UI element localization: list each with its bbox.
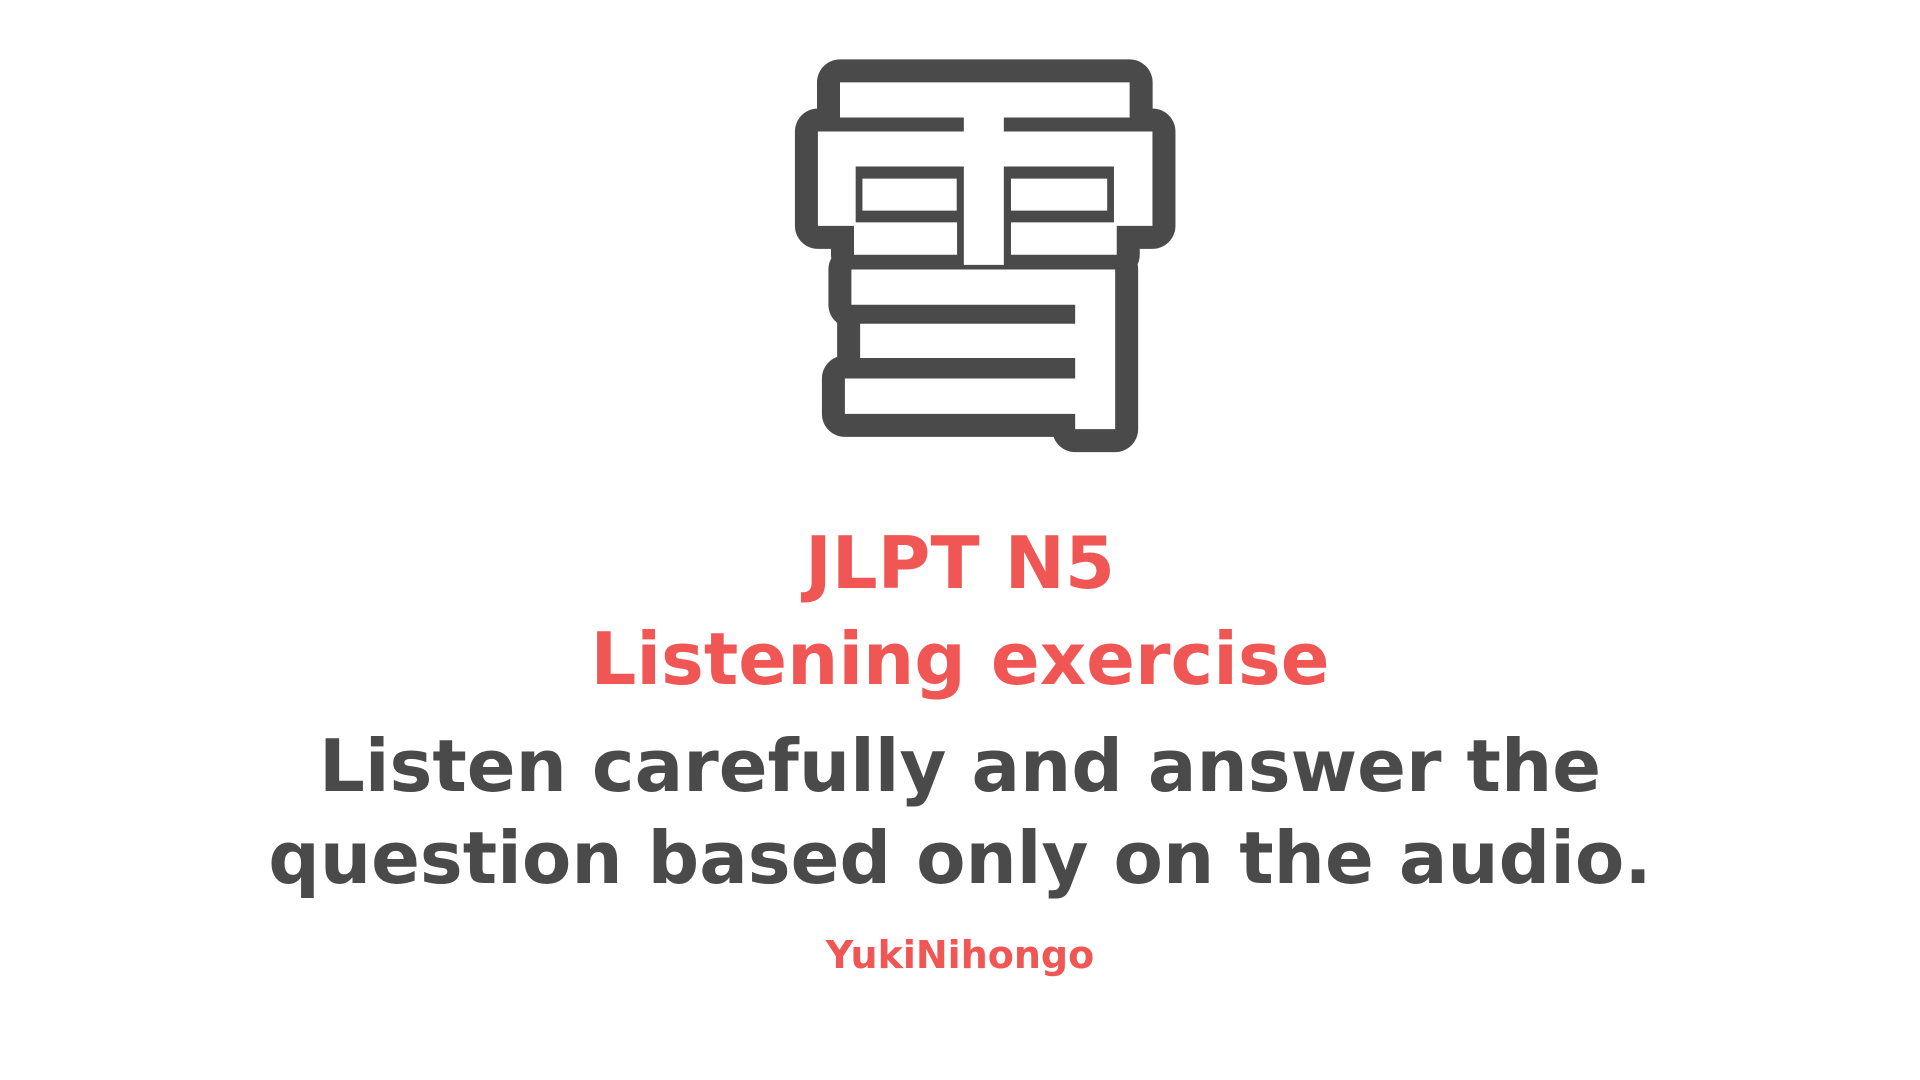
instruction-line-1: Listen carefully and answer the xyxy=(318,724,1602,808)
snow-kanji-glyph: 雪 xyxy=(795,39,1175,482)
page-title: JLPT N5 xyxy=(805,521,1115,605)
page-subtitle: Listening exercise xyxy=(590,617,1330,701)
instruction-line-2: question based only on the audio. xyxy=(268,816,1652,900)
snow-kanji-graphic: 雪 xyxy=(772,16,1198,505)
snow-kanji-logo: 雪 xyxy=(772,16,1198,505)
brand-name: YukiNihongo xyxy=(825,933,1095,977)
